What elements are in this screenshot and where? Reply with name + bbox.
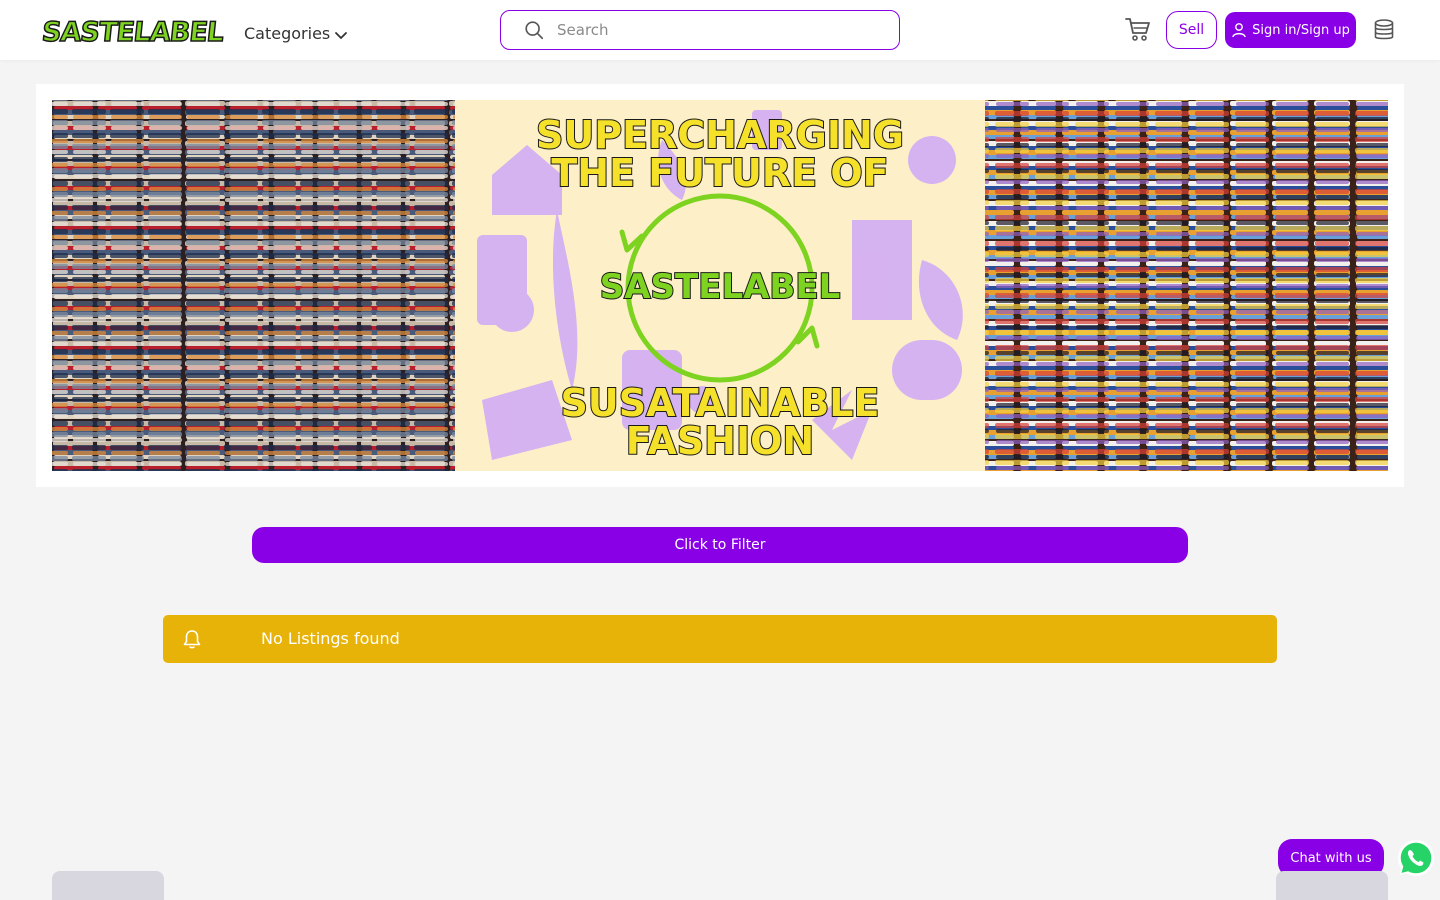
logo-text: SASTELABEL: [40, 16, 226, 49]
headline-top-2: THE FUTURE OF: [551, 151, 888, 195]
site-logo[interactable]: SASTELABEL: [40, 15, 226, 51]
headline-bottom-2: FASHION: [626, 419, 814, 463]
signin-button[interactable]: Sign in/Sign up: [1225, 12, 1356, 48]
search-bar: [500, 10, 900, 50]
sell-button-label: Sell: [1178, 22, 1205, 38]
hero-banner: SUPERCHARGING THE FUTURE OF SASTELABEL S…: [52, 100, 1388, 471]
no-listings-alert: No Listings found: [163, 615, 1277, 663]
user-icon: [1232, 23, 1246, 38]
top-navbar: SASTELABEL Categories Sell Sign in/Sign …: [0, 0, 1440, 60]
sell-button[interactable]: Sell: [1166, 11, 1217, 49]
cart-icon[interactable]: [1124, 15, 1152, 43]
chevron-down-icon: [335, 32, 348, 40]
search-icon: [525, 21, 544, 40]
skeleton-placeholder-left: [52, 871, 164, 900]
whatsapp-icon[interactable]: [1396, 838, 1436, 878]
categories-label: Categories: [244, 24, 331, 43]
filter-button-label: Click to Filter: [674, 537, 766, 553]
chat-button-label: Chat with us: [1290, 850, 1372, 866]
skeleton-placeholder-right: [1276, 871, 1388, 900]
database-icon[interactable]: [1373, 18, 1395, 42]
filter-button[interactable]: Click to Filter: [252, 527, 1188, 563]
alert-message: No Listings found: [261, 629, 400, 648]
signin-button-label: Sign in/Sign up: [1252, 22, 1350, 38]
search-input[interactable]: [557, 21, 857, 39]
hero-banner-graphic: SUPERCHARGING THE FUTURE OF SASTELABEL S…: [52, 100, 1388, 471]
banner-brand: SASTELABEL: [600, 267, 841, 307]
bell-icon: [183, 630, 201, 649]
categories-dropdown[interactable]: Categories: [244, 24, 348, 43]
